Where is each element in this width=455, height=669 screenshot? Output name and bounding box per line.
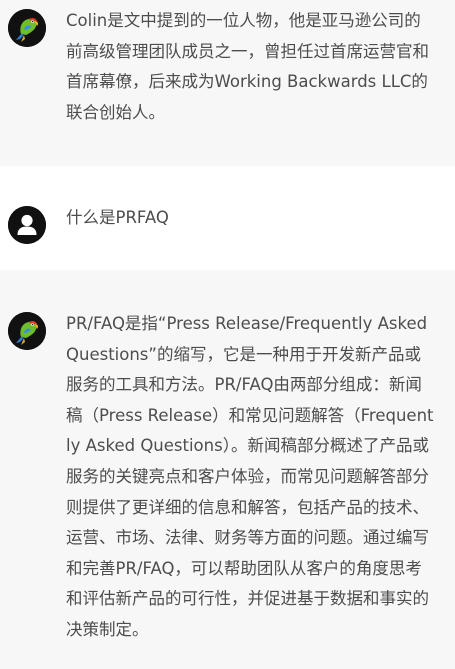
- message-text: Colin是文中提到的一位人物，他是亚马逊公司的前高级管理团队成员之一，曾担任过…: [66, 11, 429, 122]
- user-icon: [8, 206, 46, 244]
- user-message: 什么是PRFAQ: [0, 166, 455, 270]
- message-text: PR/FAQ是指“Press Release/Frequently Asked …: [66, 314, 434, 639]
- parrot-icon: [8, 312, 46, 350]
- parrot-icon: [8, 9, 46, 47]
- assistant-message: PR/FAQ是指“Press Release/Frequently Asked …: [0, 270, 455, 669]
- message-text: 什么是PRFAQ: [66, 208, 169, 227]
- assistant-message: Colin是文中提到的一位人物，他是亚马逊公司的前高级管理团队成员之一，曾担任过…: [0, 0, 455, 166]
